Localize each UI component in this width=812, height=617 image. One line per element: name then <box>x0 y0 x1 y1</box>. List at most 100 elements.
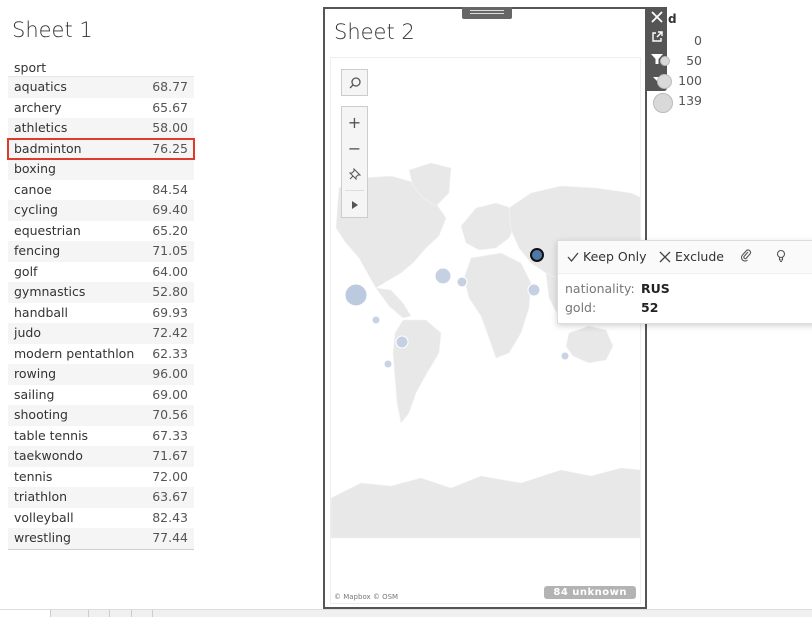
table-row[interactable]: table tennis 67.33 <box>8 426 194 447</box>
legend-item[interactable]: 100 <box>652 73 712 93</box>
map-attribution[interactable]: © Mapbox © OSM <box>334 593 398 601</box>
sheet-tab[interactable] <box>89 610 110 617</box>
sport-value: 62.33 <box>152 345 188 361</box>
sport-value: 67.33 <box>152 427 188 443</box>
sport-value: 65.67 <box>152 99 188 115</box>
table-row[interactable]: shooting 70.56 <box>8 405 194 426</box>
legend-title: d <box>668 12 677 26</box>
bubble-cuba[interactable] <box>371 315 381 325</box>
tooltip-field-label: nationality: <box>565 281 635 296</box>
sport-value: 76.25 <box>152 140 188 156</box>
table-row[interactable]: golf 64.00 <box>8 262 194 283</box>
legend-item[interactable]: 0 <box>652 33 712 53</box>
explain-data-button[interactable] <box>775 249 787 263</box>
tooltip-field-value: 52 <box>641 300 659 315</box>
table-row[interactable]: modern pentathlon 62.33 <box>8 344 194 365</box>
table-row[interactable]: equestrian 65.20 <box>8 221 194 242</box>
table-row[interactable]: volleyball 82.43 <box>8 508 194 529</box>
land-antarctica <box>331 467 640 539</box>
sport-value: 70.56 <box>152 407 188 422</box>
sport-name: wrestling <box>14 530 71 545</box>
search-icon <box>349 76 361 88</box>
mark-tooltip: Keep Only Exclude nationality: RUS gold:… <box>557 240 812 324</box>
sport-value: 63.67 <box>152 489 188 504</box>
sport-value: 71.67 <box>152 448 188 463</box>
bubble-germany[interactable] <box>456 276 468 288</box>
legend-circle <box>657 74 672 89</box>
sport-value: 64.00 <box>152 263 188 279</box>
keep-only-button[interactable]: Keep Only <box>567 249 647 264</box>
expand-toolbar-button[interactable] <box>342 192 367 218</box>
sheet-tab[interactable] <box>110 610 132 617</box>
legend-item[interactable]: 50 <box>652 53 712 73</box>
sheet-tabs-bar <box>0 609 812 617</box>
table-row[interactable]: wrestling 77.44 <box>8 528 194 549</box>
table-row[interactable]: tennis 72.00 <box>8 467 194 488</box>
land-africa <box>463 252 532 359</box>
bubble-china[interactable] <box>527 283 541 297</box>
map-zoom-controls: + − <box>341 106 368 218</box>
drag-handle[interactable] <box>462 7 512 19</box>
table-row[interactable]: handball 69.93 <box>8 303 194 324</box>
sheet2-title: Sheet 2 <box>334 20 415 44</box>
plus-icon: + <box>347 112 362 132</box>
table-row[interactable]: archery 65.67 <box>8 98 194 119</box>
sport-name: judo <box>14 325 41 340</box>
sheet-tab[interactable] <box>132 610 153 617</box>
workspace: Sheet 1 sport aquatics 68.77 archery 65.67 a… <box>0 0 812 617</box>
tooltip-field-value: RUS <box>641 281 670 296</box>
sport-value: 69.00 <box>152 386 188 402</box>
table-row[interactable]: sailing 69.00 <box>8 385 194 406</box>
bubble-gbr[interactable] <box>434 267 452 285</box>
close-icon <box>651 11 663 23</box>
bubble-brazil[interactable] <box>395 335 409 349</box>
zoom-in-button[interactable]: + <box>342 109 367 135</box>
sport-value: 71.05 <box>152 243 188 258</box>
table-row[interactable]: gymnastics 52.80 <box>8 282 194 303</box>
pin-button[interactable] <box>342 161 367 187</box>
zoom-out-button[interactable]: − <box>342 135 367 161</box>
sport-name: shooting <box>14 407 68 422</box>
bubble-usa[interactable] <box>344 283 368 307</box>
sport-name: gymnastics <box>14 284 86 299</box>
bubble-australia[interactable] <box>560 351 570 361</box>
legend-item[interactable]: 139 <box>652 93 712 113</box>
exclude-button[interactable]: Exclude <box>659 249 724 264</box>
bubble-rus-selected[interactable] <box>530 248 544 262</box>
unknown-indicator[interactable]: 84 unknown <box>544 586 636 599</box>
table-row[interactable]: judo 72.42 <box>8 323 194 344</box>
lightbulb-icon <box>776 249 786 263</box>
sport-name: golf <box>14 263 38 279</box>
world-map[interactable] <box>331 58 641 604</box>
column-header-sport[interactable]: sport <box>8 58 194 77</box>
table-row[interactable]: badminton 76.25 <box>7 137 195 160</box>
exclude-label: Exclude <box>675 249 724 264</box>
legend-label: 100 <box>678 73 702 88</box>
sheet-tab[interactable] <box>51 610 89 617</box>
sport-name: tennis <box>14 468 53 484</box>
table-row[interactable]: taekwondo 71.67 <box>8 446 194 467</box>
sport-value: 58.00 <box>152 120 188 135</box>
table-row[interactable]: canoe 84.54 <box>8 180 194 201</box>
table-row[interactable]: cycling 69.40 <box>8 200 194 221</box>
group-members-button[interactable] <box>740 249 753 262</box>
bubble-argentina[interactable] <box>383 359 393 369</box>
sport-value: 65.20 <box>152 222 188 238</box>
table-row[interactable]: boxing <box>8 159 194 180</box>
map-view[interactable]: + − © Mapbox © OSM 84 unknown <box>330 57 641 604</box>
sheet-tab[interactable] <box>0 610 51 617</box>
play-icon <box>351 201 358 209</box>
map-search-button[interactable] <box>341 69 368 96</box>
table-body: aquatics 68.77 archery 65.67 athletics 58.00 b… <box>7 77 195 549</box>
table-row[interactable]: triathlon 63.67 <box>8 487 194 508</box>
sport-name: taekwondo <box>14 448 83 463</box>
pin-icon <box>348 167 361 181</box>
table-row[interactable]: fencing 71.05 <box>8 241 194 262</box>
sport-value: 72.00 <box>152 468 188 484</box>
table-row[interactable]: athletics 58.00 <box>8 118 194 139</box>
table-row[interactable]: rowing 96.00 <box>8 364 194 385</box>
remove-button[interactable] <box>647 7 667 27</box>
table-row[interactable]: aquatics 68.77 <box>8 77 194 98</box>
sport-table: sport aquatics 68.77 archery 65.67 athletics… <box>7 58 195 550</box>
legend-label: 139 <box>678 93 702 108</box>
